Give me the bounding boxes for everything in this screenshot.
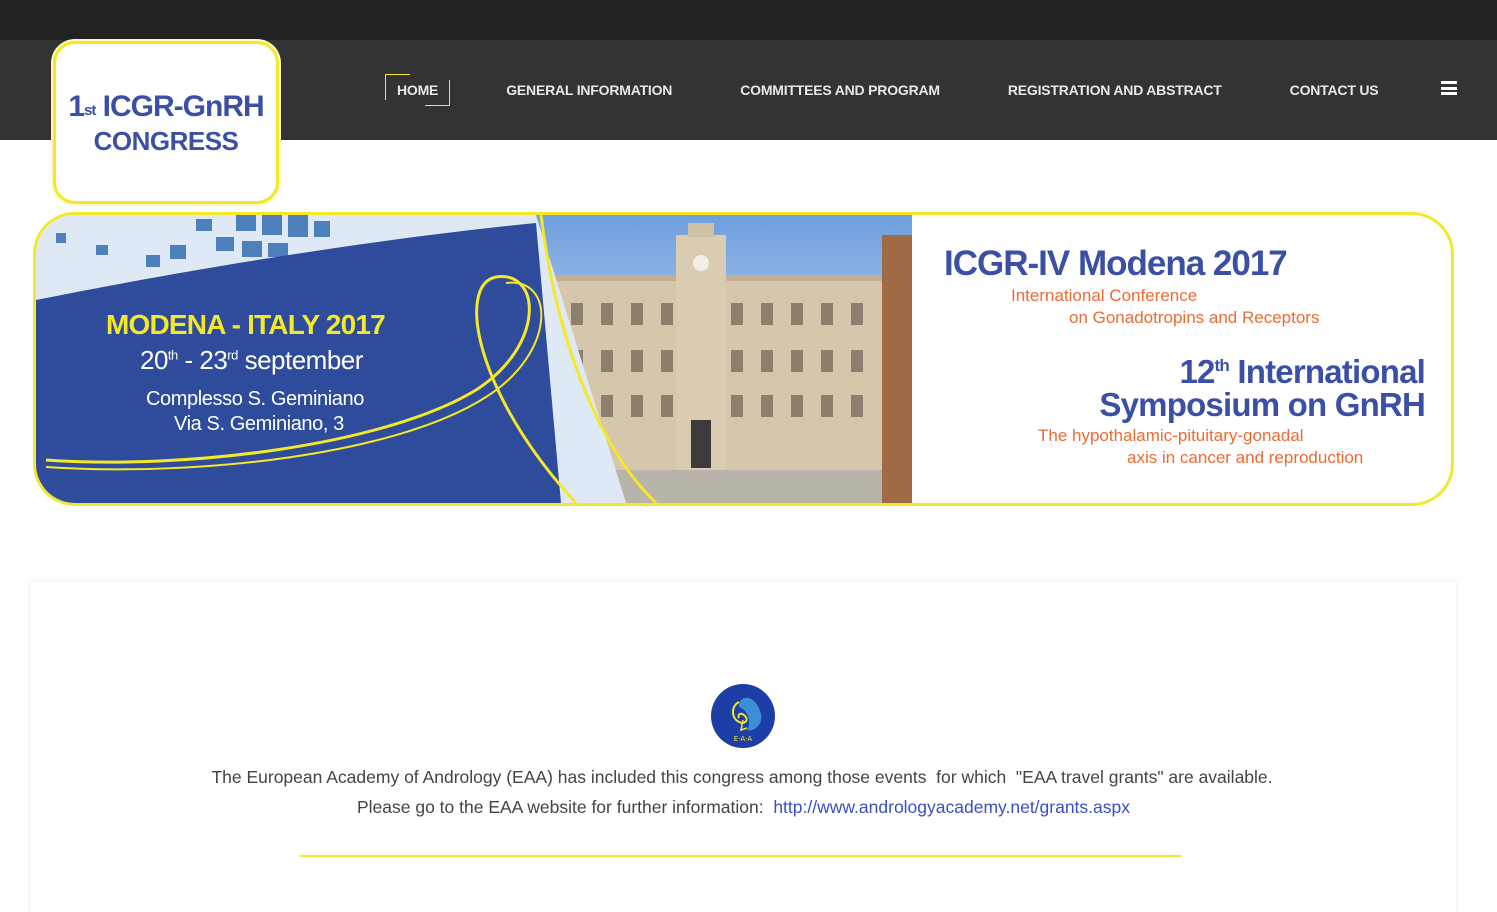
banner-symposium-subtitle-2: axis in cancer and reproduction <box>1127 448 1364 467</box>
eaa-logo: E·A·A <box>711 684 775 748</box>
banner-conference-title: ICGR-IV Modena 2017 <box>944 244 1288 283</box>
banner-conference-subtitle-2: on Gonadotropins and Receptors <box>1069 308 1320 327</box>
banner-symposium-subtitle-1: The hypothalamic-pituitary-gonadal <box>1038 426 1304 445</box>
banner-conference-subtitle-1: International Conference <box>1011 286 1198 305</box>
banner-venue-address: Via S. Geminiano, 3 <box>174 413 344 435</box>
site-logo[interactable]: 1st ICGR-GnRH CONGRESS <box>53 41 279 204</box>
hero-banner: MODENA - ITALY 2017 20th - 23rd septembe… <box>33 212 1454 506</box>
logo-subtitle: CONGRESS <box>93 125 239 156</box>
divider <box>300 855 1181 857</box>
main-menu: HOME GENERAL INFORMATION COMMITTEES AND … <box>385 40 1434 140</box>
banner-event-details: MODENA - ITALY 2017 20th - 23rd septembe… <box>36 215 506 503</box>
nav-home[interactable]: HOME <box>385 74 451 106</box>
eaa-info-line: Please go to the EAA website for further… <box>356 797 1131 817</box>
nav-committees-and-program[interactable]: COMMITTEES AND PROGRAM <box>728 76 952 104</box>
logo-title: 1st ICGR-GnRH <box>68 89 264 123</box>
banner-location: MODENA - ITALY 2017 <box>106 309 386 340</box>
banner-symposium-title-2: Symposium on GnRH <box>1099 386 1425 423</box>
banner-event-titles: ICGR-IV Modena 2017 International Confer… <box>912 215 1451 503</box>
hamburger-menu-icon[interactable] <box>1441 81 1457 95</box>
nav-general-information[interactable]: GENERAL INFORMATION <box>494 76 684 104</box>
svg-text:E·A·A: E·A·A <box>734 735 753 743</box>
top-bar <box>0 0 1497 40</box>
eaa-grants-link[interactable]: http://www.andrologyacademy.net/grants.a… <box>773 797 1130 817</box>
banner-dates: 20th - 23rd september <box>140 345 363 375</box>
nav-registration-and-abstract[interactable]: REGISTRATION AND ABSTRACT <box>996 76 1234 104</box>
content-card: E·A·A The European Academy of Andrology … <box>31 582 1456 912</box>
banner-venue-name: Complesso S. Geminiano <box>146 388 364 410</box>
nav-contact-us[interactable]: CONTACT US <box>1278 76 1391 104</box>
eaa-grant-notice: The European Academy of Andrology (EAA) … <box>211 767 1273 787</box>
